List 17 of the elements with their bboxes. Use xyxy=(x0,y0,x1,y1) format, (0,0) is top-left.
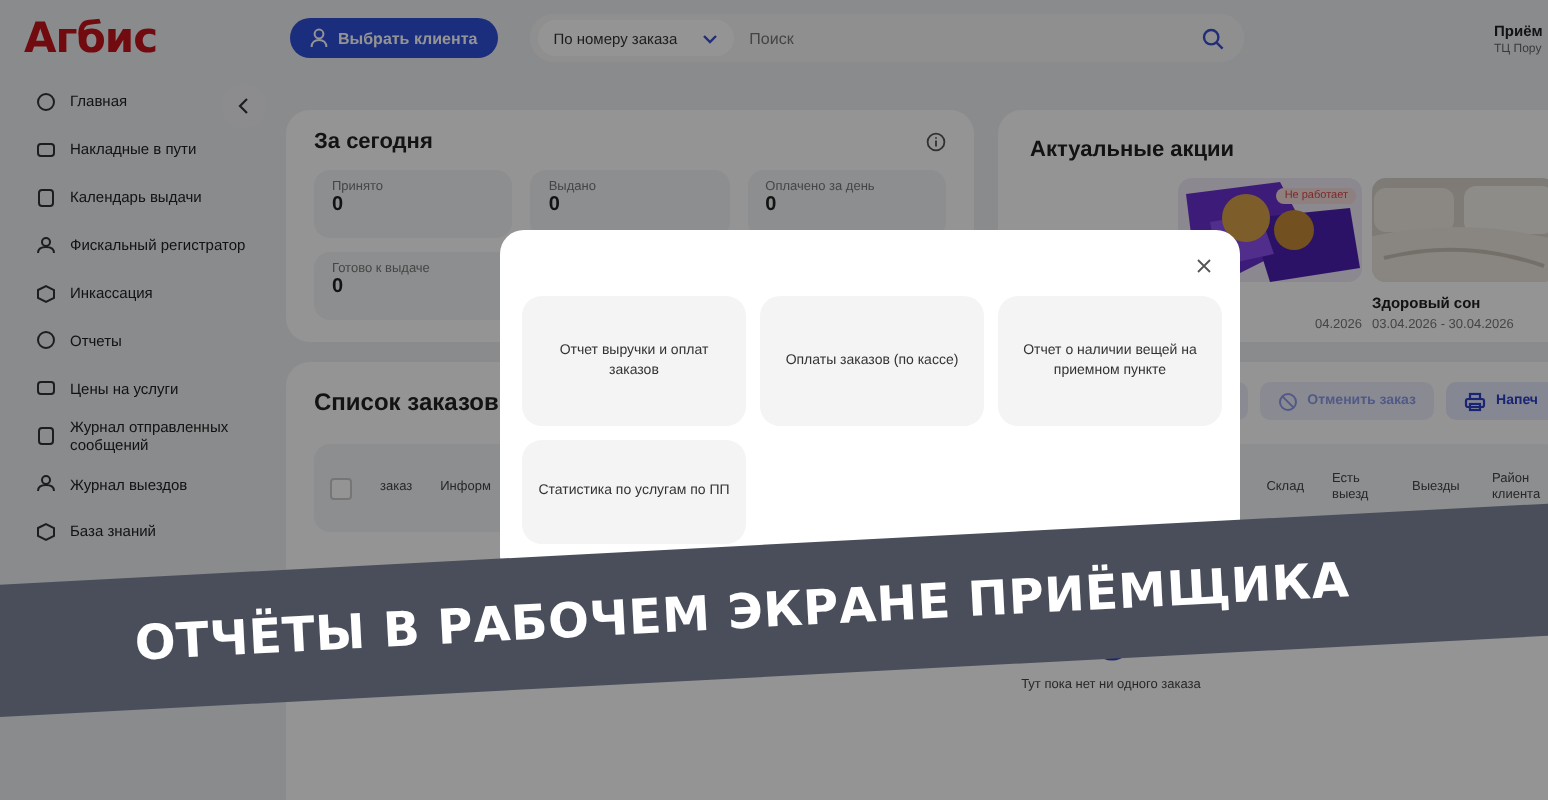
chevron-down-icon xyxy=(701,33,718,43)
stat-value: 0 xyxy=(765,194,779,216)
cancel-icon xyxy=(1277,391,1298,411)
select-all-checkbox[interactable] xyxy=(330,477,352,499)
stat-value: 0 xyxy=(548,194,562,216)
card-title: Актуальные акции xyxy=(1030,138,1235,162)
logo[interactable]: Агбис xyxy=(24,14,290,62)
stat-value: 0 xyxy=(332,276,346,298)
banner-title: ОТЧЁТЫ В РАБОЧЕМ ЭКРАНЕ ПРИЁМЩИКА xyxy=(133,552,1351,672)
select-client-button[interactable]: Выбрать клиента xyxy=(290,18,498,58)
printer-icon xyxy=(1464,391,1487,411)
card-title: За сегодня xyxy=(314,130,433,154)
card-title: Список заказов xyxy=(314,387,499,415)
search-input[interactable]: Поиск xyxy=(745,27,1190,49)
close-icon[interactable] xyxy=(1196,258,1212,274)
search-icon[interactable] xyxy=(1201,27,1224,49)
stat-value: 0 xyxy=(332,194,346,216)
